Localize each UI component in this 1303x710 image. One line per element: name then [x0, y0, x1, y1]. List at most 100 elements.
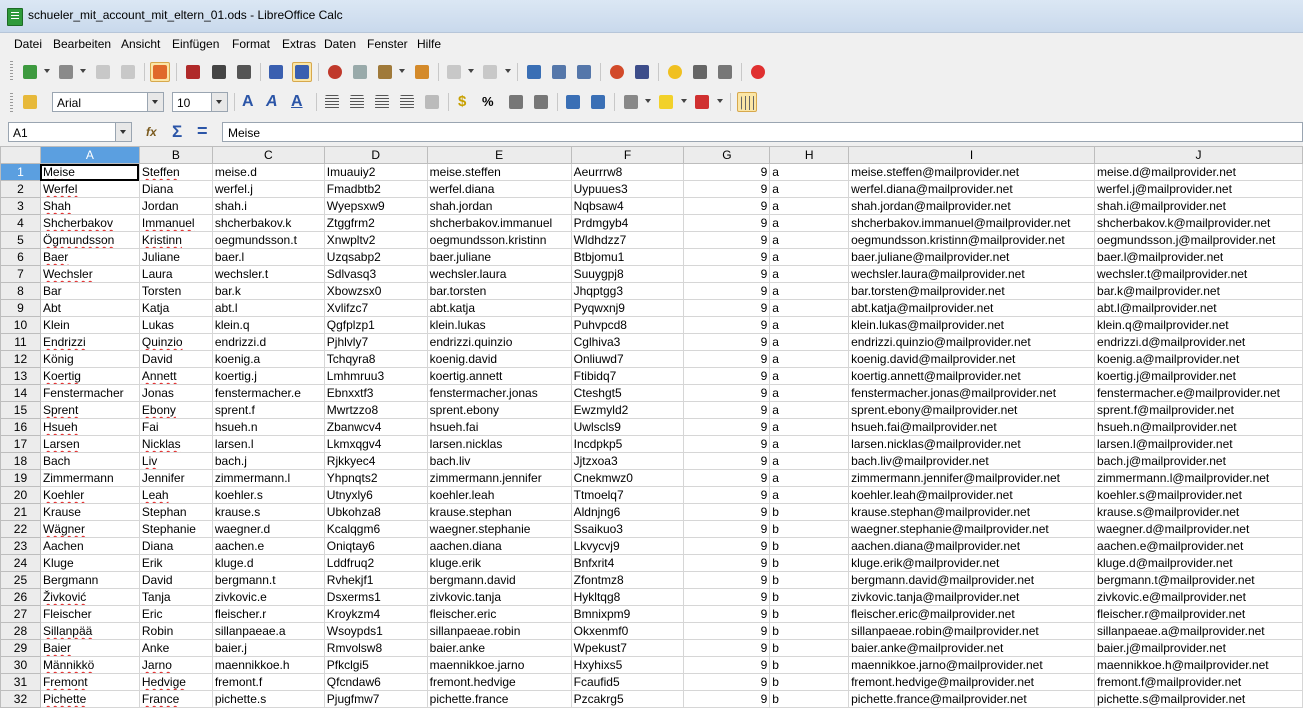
cell-e26[interactable]: zivkovic.tanja	[426, 588, 572, 606]
cell-j26[interactable]: zivkovic.e@mailprovider.net	[1094, 588, 1303, 606]
cell-g13[interactable]: 9	[683, 367, 771, 385]
sort-descending-button[interactable]	[574, 62, 594, 82]
cell-e32[interactable]: pichette.france	[426, 690, 572, 708]
data-sources-button[interactable]	[715, 62, 735, 82]
cell-h18[interactable]: a	[769, 452, 850, 470]
copy-button[interactable]	[350, 62, 370, 82]
insert-pivot-table-button[interactable]	[632, 62, 652, 82]
cell-b31[interactable]: Hedvige	[138, 673, 213, 691]
auto-spellcheck-button[interactable]	[292, 62, 312, 82]
cell-c29[interactable]: baier.j	[211, 639, 325, 657]
column-header-i[interactable]: I	[848, 146, 1096, 164]
redo-dropdown-icon[interactable]	[505, 69, 511, 73]
spreadsheet-grid[interactable]: ABCDEFGHIJ 1 Meise Steffen meise.d Imuauiy2 m…	[0, 146, 1303, 710]
cell-f25[interactable]: Zfontmz8	[570, 571, 685, 589]
cell-e22[interactable]: waegner.stephanie	[426, 520, 572, 538]
cell-g11[interactable]: 9	[683, 333, 771, 351]
cell-h20[interactable]: a	[769, 486, 850, 504]
row-header[interactable]: 11	[0, 333, 41, 351]
redo-button[interactable]	[480, 62, 500, 82]
cell-g18[interactable]: 9	[683, 452, 771, 470]
row-header[interactable]: 26	[0, 588, 41, 606]
cell-j14[interactable]: fenstermacher.e@mailprovider.net	[1094, 384, 1303, 402]
cell-e16[interactable]: hsueh.fai	[426, 418, 572, 436]
decrease-indent-icon[interactable]	[563, 92, 583, 112]
cell-g12[interactable]: 9	[683, 350, 771, 368]
cell-f7[interactable]: Suuygpj8	[570, 265, 685, 283]
cell-i23[interactable]: aachen.diana@mailprovider.net	[848, 537, 1096, 555]
cell-b24[interactable]: Erik	[138, 554, 213, 572]
cell-i24[interactable]: kluge.erik@mailprovider.net	[848, 554, 1096, 572]
cell-i19[interactable]: zimmermann.jennifer@mailprovider.net	[848, 469, 1096, 487]
cell-a2[interactable]: Werfel	[39, 180, 140, 198]
cell-f30[interactable]: Hxyhixs5	[570, 656, 685, 674]
cell-b25[interactable]: David	[138, 571, 213, 589]
cell-d10[interactable]: Qgfplzp1	[323, 316, 428, 334]
navigator-button[interactable]	[665, 62, 685, 82]
cell-j31[interactable]: fremont.f@mailprovider.net	[1094, 673, 1303, 691]
column-header-g[interactable]: G	[683, 146, 771, 164]
row-header[interactable]: 25	[0, 571, 41, 589]
cell-b26[interactable]: Tanja	[138, 588, 213, 606]
row-header[interactable]: 22	[0, 520, 41, 538]
cell-j12[interactable]: koenig.a@mailprovider.net	[1094, 350, 1303, 368]
cell-a18[interactable]: Bach	[39, 452, 140, 470]
cell-c23[interactable]: aachen.e	[211, 537, 325, 555]
cell-j29[interactable]: baier.j@mailprovider.net	[1094, 639, 1303, 657]
cell-a25[interactable]: Bergmann	[39, 571, 140, 589]
cell-j5[interactable]: oegmundsson.j@mailprovider.net	[1094, 231, 1303, 249]
cell-i7[interactable]: wechsler.laura@mailprovider.net	[848, 265, 1096, 283]
cell-h4[interactable]: a	[769, 214, 850, 232]
row-header[interactable]: 8	[0, 282, 41, 300]
cell-f26[interactable]: Hykltqg8	[570, 588, 685, 606]
cell-c3[interactable]: shah.i	[211, 197, 325, 215]
cell-d31[interactable]: Qfcndaw6	[323, 673, 428, 691]
cell-e2[interactable]: werfel.diana	[426, 180, 572, 198]
cell-b22[interactable]: Stephanie	[138, 520, 213, 538]
menu-format[interactable]: Format	[232, 37, 270, 51]
cell-j24[interactable]: kluge.d@mailprovider.net	[1094, 554, 1303, 572]
cell-f22[interactable]: Ssaikuo3	[570, 520, 685, 538]
cell-b17[interactable]: Nicklas	[138, 435, 213, 453]
toggle-grid-lines-button[interactable]	[737, 92, 757, 112]
chevron-down-icon[interactable]	[147, 93, 163, 111]
menu-bearbeiten[interactable]: Bearbeiten	[53, 37, 111, 51]
row-header[interactable]: 27	[0, 605, 41, 623]
cell-e19[interactable]: zimmermann.jennifer	[426, 469, 572, 487]
cell-d23[interactable]: Oniqtay6	[323, 537, 428, 555]
cell-b18[interactable]: Liv	[138, 452, 213, 470]
cell-h24[interactable]: b	[769, 554, 850, 572]
formula-icon[interactable]: =	[197, 121, 208, 142]
cell-b3[interactable]: Jordan	[138, 197, 213, 215]
cell-e30[interactable]: maennikkoe.jarno	[426, 656, 572, 674]
cell-b29[interactable]: Anke	[138, 639, 213, 657]
cell-h9[interactable]: a	[769, 299, 850, 317]
row-header[interactable]: 12	[0, 350, 41, 368]
cell-e29[interactable]: baier.anke	[426, 639, 572, 657]
cell-b11[interactable]: Quinzio	[138, 333, 213, 351]
edit-file-button[interactable]	[150, 62, 170, 82]
cell-d4[interactable]: Ztggfrm2	[323, 214, 428, 232]
cell-g5[interactable]: 9	[683, 231, 771, 249]
cell-g22[interactable]: 9	[683, 520, 771, 538]
cell-d15[interactable]: Mwrtzzo8	[323, 401, 428, 419]
cell-j7[interactable]: wechsler.t@mailprovider.net	[1094, 265, 1303, 283]
cell-e14[interactable]: fenstermacher.jonas	[426, 384, 572, 402]
cell-g8[interactable]: 9	[683, 282, 771, 300]
insert-chart-button[interactable]	[607, 62, 627, 82]
row-header[interactable]: 7	[0, 265, 41, 283]
cell-e21[interactable]: krause.stephan	[426, 503, 572, 521]
cell-h26[interactable]: b	[769, 588, 850, 606]
cell-g15[interactable]: 9	[683, 401, 771, 419]
cell-c8[interactable]: bar.k	[211, 282, 325, 300]
cell-c9[interactable]: abt.l	[211, 299, 325, 317]
cell-h17[interactable]: a	[769, 435, 850, 453]
cell-j19[interactable]: zimmermann.l@mailprovider.net	[1094, 469, 1303, 487]
cell-c24[interactable]: kluge.d	[211, 554, 325, 572]
cell-g24[interactable]: 9	[683, 554, 771, 572]
undo-button[interactable]	[444, 62, 464, 82]
cell-i14[interactable]: fenstermacher.jonas@mailprovider.net	[848, 384, 1096, 402]
cell-i11[interactable]: endrizzi.quinzio@mailprovider.net	[848, 333, 1096, 351]
cell-a19[interactable]: Zimmermann	[39, 469, 140, 487]
cell-c19[interactable]: zimmermann.l	[211, 469, 325, 487]
